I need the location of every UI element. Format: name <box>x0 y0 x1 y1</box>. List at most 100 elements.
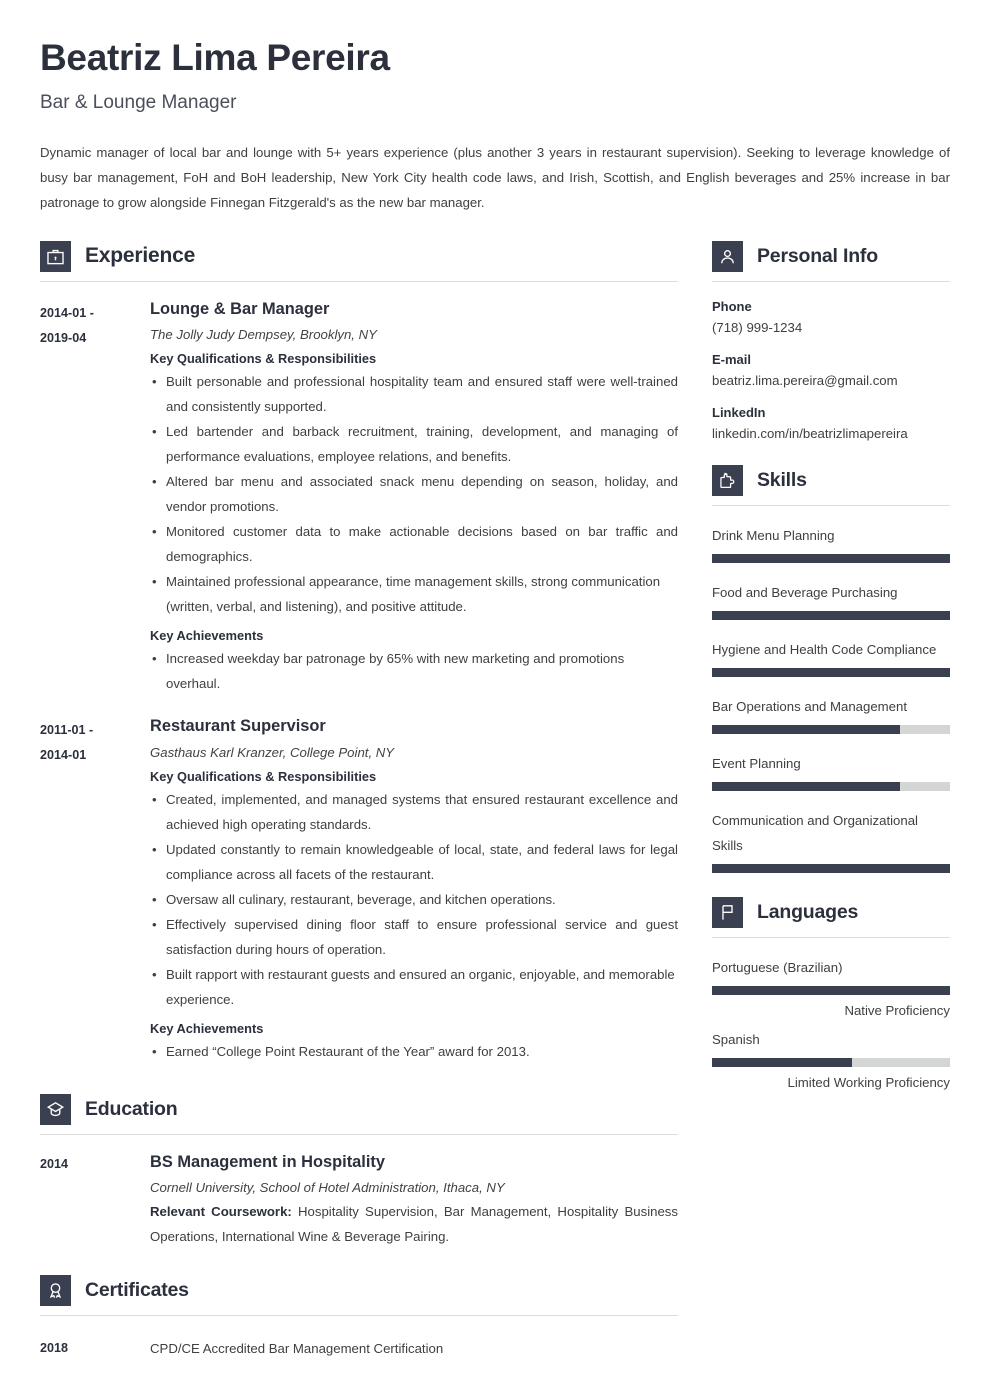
coursework-label: Relevant Coursework: <box>150 1204 292 1220</box>
language-name: Spanish <box>712 1031 760 1047</box>
qualifications-list: Built personable and professional hospit… <box>150 369 678 619</box>
skill-bar-fill <box>712 781 901 791</box>
skill-bar-track <box>712 553 950 563</box>
skills-header: Skills <box>712 464 950 506</box>
linkedin-value[interactable]: linkedin.com/in/beatrizlimapereira <box>712 426 950 441</box>
skill-bar-track <box>712 863 950 873</box>
skills-title: Skills <box>757 468 807 491</box>
job-title: Bar & Lounge Manager <box>40 91 237 113</box>
experience-entry: 2011-01 - 2014-01 Restaurant Supervisor … <box>40 716 678 1064</box>
list-item: Monitored customer data to make actionab… <box>150 519 678 569</box>
linkedin-label: LinkedIn <box>712 404 766 420</box>
language-bar-fill <box>712 985 950 995</box>
education-coursework: Relevant Coursework: Hospitality Supervi… <box>150 1199 678 1249</box>
puzzle-piece-icon <box>712 464 743 496</box>
email-label: E-mail <box>712 351 752 367</box>
skill-item: Drink Menu Planning <box>712 523 950 563</box>
entry-date-start: 2011-01 - <box>40 723 94 738</box>
certificates-title: Certificates <box>85 1279 189 1302</box>
entry-body: BS Management in Hospitality Cornell Uni… <box>150 1152 678 1250</box>
personal-info-header: Personal Info <box>712 240 950 282</box>
achievements-heading: Key Achievements <box>150 1020 264 1036</box>
award-ribbon-icon <box>40 1275 71 1307</box>
certificates-header: Certificates <box>40 1275 678 1317</box>
entry-date-end: 2019-04 <box>40 330 87 345</box>
phone-value: (718) 999-1234 <box>712 319 803 335</box>
entry-organization: Gasthaus Karl Kranzer, College Point, NY <box>150 744 395 760</box>
skill-item: Communication and Organizational Skills <box>712 808 950 873</box>
language-bar-track <box>712 985 950 995</box>
achievements-heading: Key Achievements <box>150 628 264 644</box>
section-certificates: Certificates 2018 CPD/CE Accredited Bar … <box>40 1275 678 1361</box>
skill-name: Food and Beverage Purchasing <box>712 584 898 600</box>
phone-label: Phone <box>712 298 752 314</box>
skill-name: Communication and Organizational Skills <box>712 812 918 853</box>
page-title: Beatriz Lima Pereira <box>40 37 390 78</box>
list-item: Effectively supervised dining floor staf… <box>150 912 678 962</box>
qualifications-list: Created, implemented, and managed system… <box>150 787 678 1012</box>
section-personal-info: Personal Info Phone (718) 999-1234 E-mai… <box>712 240 950 441</box>
certificate-name: CPD/CE Accredited Bar Management Certifi… <box>150 1341 444 1357</box>
skill-name: Bar Operations and Management <box>712 698 907 714</box>
email-value[interactable]: beatriz.lima.pereira@gmail.com <box>712 373 950 388</box>
person-icon <box>712 240 743 272</box>
list-item: Altered bar menu and associated snack me… <box>150 469 678 519</box>
languages-header: Languages <box>712 896 950 938</box>
language-proficiency: Native Proficiency <box>844 1002 950 1018</box>
language-bar-track <box>712 1057 950 1067</box>
list-item: Created, implemented, and managed system… <box>150 787 678 837</box>
entry-date-start: 2014-01 - <box>40 305 94 320</box>
entry-date-end: 2014-01 <box>40 748 87 763</box>
list-item: Updated constantly to remain knowledgeab… <box>150 837 678 887</box>
resume-page: Beatriz Lima Pereira Bar & Lounge Manage… <box>0 0 990 1400</box>
list-item: Oversaw all culinary, restaurant, bevera… <box>150 887 678 912</box>
section-education: Education 2014 BS Management in Hospital… <box>40 1093 678 1250</box>
section-skills: Skills Drink Menu Planning Food and Beve… <box>712 464 950 873</box>
body-columns: Experience 2014-01 - 2019-04 Lounge & Ba… <box>40 240 950 1362</box>
section-experience: Experience 2014-01 - 2019-04 Lounge & Ba… <box>40 240 678 1064</box>
entry-body: Lounge & Bar Manager The Jolly Judy Demp… <box>150 299 678 697</box>
entry-date: 2018 <box>40 1341 69 1356</box>
briefcase-icon <box>40 240 71 272</box>
entry-date: 2011-01 - 2014-01 <box>40 716 150 1064</box>
main-column: Experience 2014-01 - 2019-04 Lounge & Ba… <box>40 240 678 1362</box>
entry-date: 2014 <box>40 1156 69 1171</box>
language-bar-fill <box>712 1057 853 1067</box>
skill-name: Hygiene and Health Code Compliance <box>712 641 937 657</box>
experience-header: Experience <box>40 240 678 282</box>
entry-organization: The Jolly Judy Dempsey, Brooklyn, NY <box>150 327 377 343</box>
language-item: Portuguese (Brazilian) Native Proficienc… <box>712 955 950 1018</box>
section-languages: Languages Portuguese (Brazilian) Native … <box>712 896 950 1090</box>
skill-name: Event Planning <box>712 755 801 771</box>
experience-title: Experience <box>85 244 196 268</box>
skill-bar-fill <box>712 610 950 620</box>
education-title: Education <box>85 1097 178 1120</box>
graduation-cap-icon <box>40 1093 71 1125</box>
education-degree: BS Management in Hospitality <box>150 1152 385 1171</box>
entry-body: CPD/CE Accredited Bar Management Certifi… <box>150 1336 678 1361</box>
list-item: Built personable and professional hospit… <box>150 369 678 419</box>
skill-item: Hygiene and Health Code Compliance <box>712 637 950 677</box>
skill-item: Bar Operations and Management <box>712 694 950 734</box>
skill-item: Event Planning <box>712 751 950 791</box>
entry-body: Restaurant Supervisor Gasthaus Karl Kran… <box>150 716 678 1064</box>
education-school: Cornell University, School of Hotel Admi… <box>150 1180 505 1196</box>
skill-name: Drink Menu Planning <box>712 527 835 543</box>
skill-bar-track <box>712 610 950 620</box>
personal-info-title: Personal Info <box>757 244 878 267</box>
skill-bar-track <box>712 667 950 677</box>
skill-bar-track <box>712 781 950 791</box>
skill-bar-fill <box>712 863 950 873</box>
certificate-entry: 2018 CPD/CE Accredited Bar Management Ce… <box>40 1336 678 1361</box>
entry-role: Lounge & Bar Manager <box>150 299 330 318</box>
languages-title: Languages <box>757 900 859 923</box>
achievements-list: Earned “College Point Restaurant of the … <box>150 1039 678 1064</box>
entry-date: 2014-01 - 2019-04 <box>40 299 150 697</box>
experience-entry: 2014-01 - 2019-04 Lounge & Bar Manager T… <box>40 299 678 697</box>
entry-role: Restaurant Supervisor <box>150 717 326 736</box>
skill-bar-fill <box>712 667 950 677</box>
language-item: Spanish Limited Working Proficiency <box>712 1027 950 1090</box>
list-item: Maintained professional appearance, time… <box>150 569 678 619</box>
skill-bar-fill <box>712 553 950 563</box>
list-item: Built rapport with restaurant guests and… <box>150 962 678 1012</box>
